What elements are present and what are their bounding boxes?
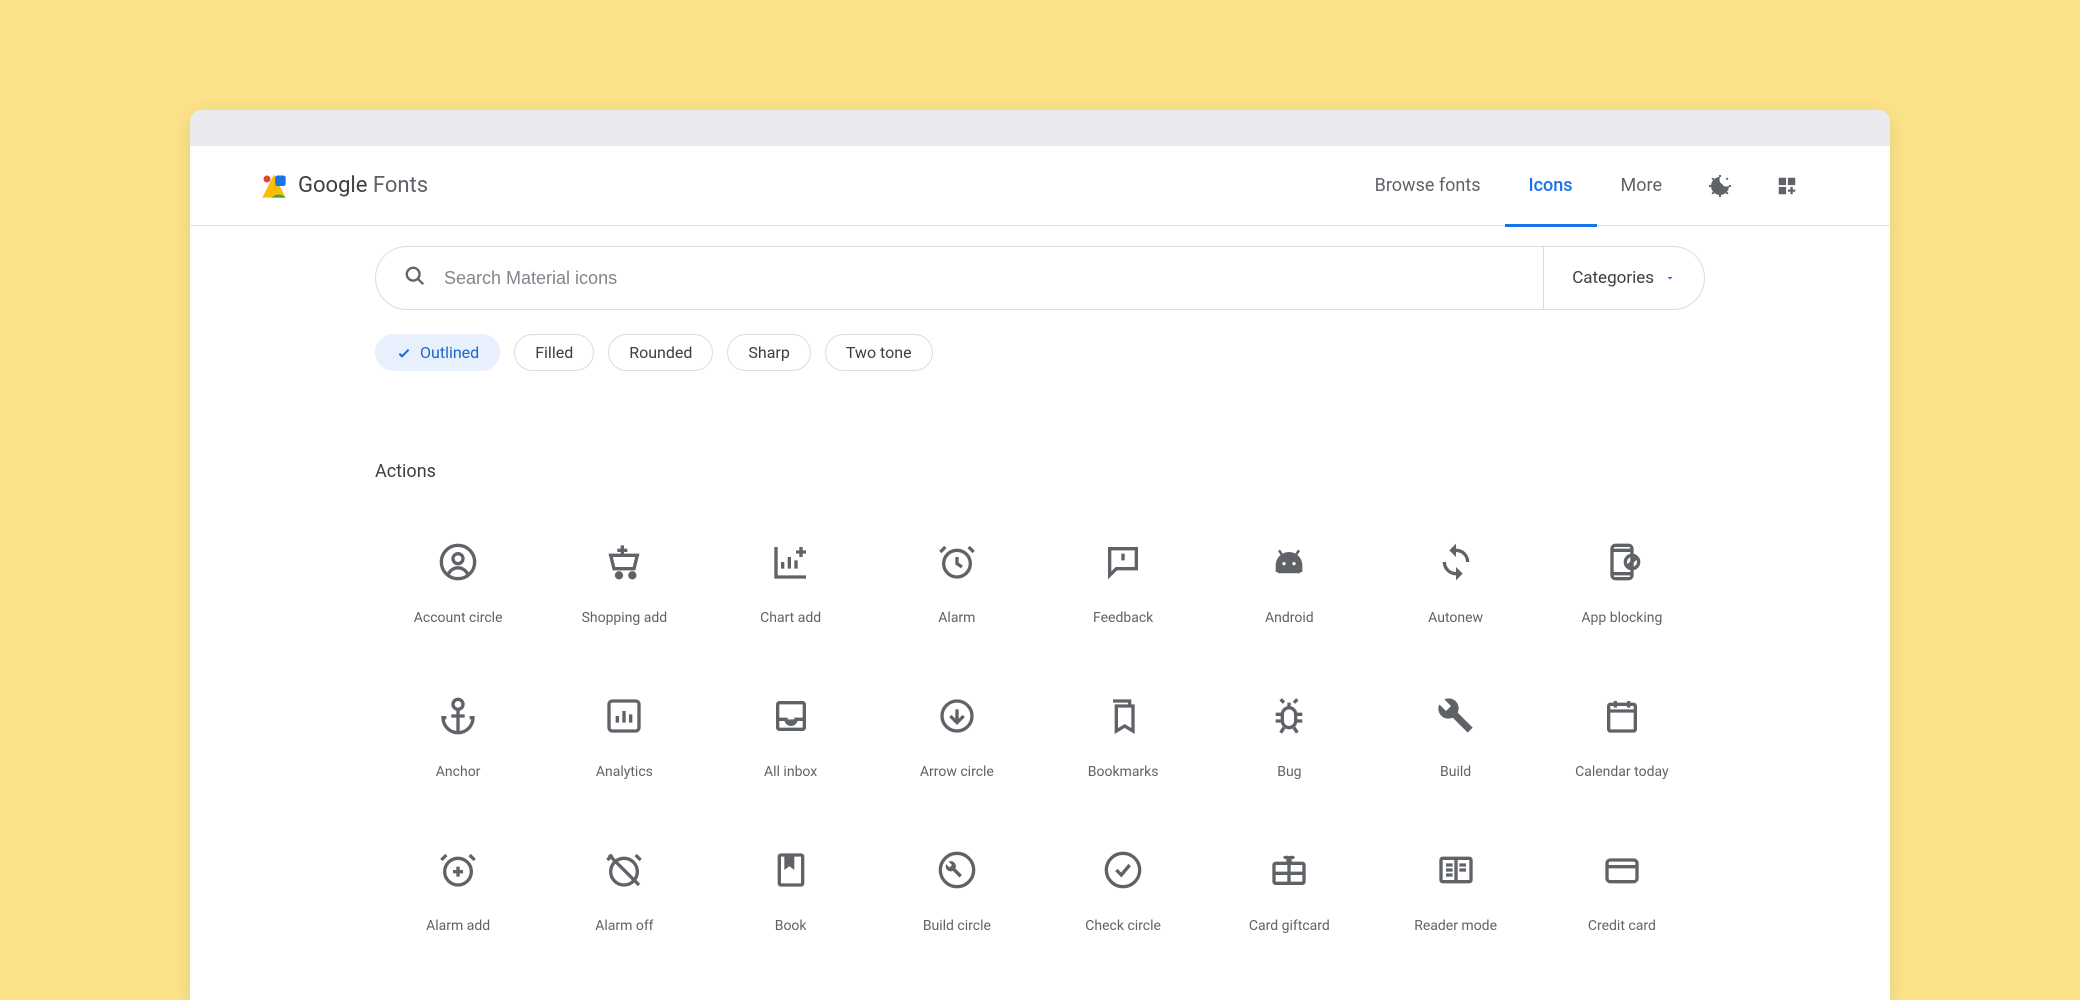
icon-check-circle[interactable]: Check circle bbox=[1040, 820, 1206, 974]
build-icon bbox=[1436, 696, 1476, 736]
nav-icons[interactable]: Icons bbox=[1505, 146, 1597, 226]
chip-twotone[interactable]: Two tone bbox=[825, 334, 933, 371]
categories-label: Categories bbox=[1572, 268, 1654, 288]
analytics-icon bbox=[604, 696, 644, 736]
android-icon bbox=[1269, 542, 1309, 582]
icon-book[interactable]: Book bbox=[708, 820, 874, 974]
app-blocking-icon bbox=[1602, 542, 1642, 582]
account-circle-icon bbox=[438, 542, 478, 582]
nav-browse-fonts[interactable]: Browse fonts bbox=[1351, 146, 1505, 226]
check-circle-icon bbox=[1103, 850, 1143, 890]
calendar-today-icon bbox=[1602, 696, 1642, 736]
window-chrome bbox=[190, 110, 1890, 146]
build-circle-icon bbox=[937, 850, 977, 890]
dashboard-icon[interactable] bbox=[1754, 175, 1820, 197]
icon-analytics[interactable]: Analytics bbox=[541, 666, 707, 820]
icon-chart-add[interactable]: Chart add bbox=[708, 512, 874, 666]
fonts-logo-icon bbox=[260, 172, 288, 200]
app-window: Google Fonts Browse fonts Icons More bbox=[190, 110, 1890, 1000]
chevron-down-icon bbox=[1664, 272, 1676, 284]
icon-android[interactable]: Android bbox=[1206, 512, 1372, 666]
icon-credit-card[interactable]: Credit card bbox=[1539, 820, 1705, 974]
icon-card-giftcard[interactable]: Card giftcard bbox=[1206, 820, 1372, 974]
search-icon bbox=[404, 265, 426, 291]
icon-anchor[interactable]: Anchor bbox=[375, 666, 541, 820]
bug-icon bbox=[1269, 696, 1309, 736]
card-giftcard-icon bbox=[1269, 850, 1309, 890]
search-input[interactable] bbox=[444, 268, 1515, 289]
alarm-add-icon bbox=[438, 850, 478, 890]
anchor-icon bbox=[438, 696, 478, 736]
search-bar: Categories bbox=[375, 246, 1705, 310]
main-nav: Browse fonts Icons More bbox=[1351, 146, 1820, 226]
icon-feedback[interactable]: Feedback bbox=[1040, 512, 1206, 666]
icon-app-blocking[interactable]: App blocking bbox=[1539, 512, 1705, 666]
chip-filled[interactable]: Filled bbox=[514, 334, 594, 371]
header: Google Fonts Browse fonts Icons More bbox=[190, 146, 1890, 226]
style-chips: Outlined Filled Rounded Sharp Two tone bbox=[375, 334, 1705, 371]
chip-sharp[interactable]: Sharp bbox=[727, 334, 810, 371]
shopping-add-icon bbox=[604, 542, 644, 582]
feedback-icon bbox=[1103, 542, 1143, 582]
icon-account-circle[interactable]: Account circle bbox=[375, 512, 541, 666]
icon-autonew[interactable]: Autonew bbox=[1373, 512, 1539, 666]
arrow-circle-icon bbox=[937, 696, 977, 736]
brand-text: Google Fonts bbox=[298, 173, 428, 198]
categories-dropdown[interactable]: Categories bbox=[1543, 247, 1704, 309]
icon-build-circle[interactable]: Build circle bbox=[874, 820, 1040, 974]
icon-calendar-today[interactable]: Calendar today bbox=[1539, 666, 1705, 820]
book-icon bbox=[771, 850, 811, 890]
alarm-icon bbox=[937, 542, 977, 582]
content: Categories Outlined Filled Rounded Sharp… bbox=[190, 226, 1890, 974]
icon-grid: Account circle Shopping add Chart add Al… bbox=[375, 512, 1705, 974]
icon-arrow-circle[interactable]: Arrow circle bbox=[874, 666, 1040, 820]
all-inbox-icon bbox=[771, 696, 811, 736]
chart-add-icon bbox=[771, 542, 811, 582]
icon-alarm[interactable]: Alarm bbox=[874, 512, 1040, 666]
icon-bug[interactable]: Bug bbox=[1206, 666, 1372, 820]
brand-logo[interactable]: Google Fonts bbox=[260, 172, 428, 200]
bookmarks-icon bbox=[1103, 696, 1143, 736]
alarm-off-icon bbox=[604, 850, 644, 890]
icon-all-inbox[interactable]: All inbox bbox=[708, 666, 874, 820]
icon-bookmarks[interactable]: Bookmarks bbox=[1040, 666, 1206, 820]
check-icon bbox=[396, 345, 412, 361]
section-title: Actions bbox=[375, 461, 1705, 482]
icon-build[interactable]: Build bbox=[1373, 666, 1539, 820]
icon-reader-mode[interactable]: Reader mode bbox=[1373, 820, 1539, 974]
reader-mode-icon bbox=[1436, 850, 1476, 890]
nav-more[interactable]: More bbox=[1597, 146, 1686, 226]
icon-shopping-add[interactable]: Shopping add bbox=[541, 512, 707, 666]
chip-rounded[interactable]: Rounded bbox=[608, 334, 713, 371]
icon-alarm-off[interactable]: Alarm off bbox=[541, 820, 707, 974]
credit-card-icon bbox=[1602, 850, 1642, 890]
chip-outlined[interactable]: Outlined bbox=[375, 334, 500, 371]
search-left bbox=[376, 265, 1543, 291]
autonew-icon bbox=[1436, 542, 1476, 582]
icon-alarm-add[interactable]: Alarm add bbox=[375, 820, 541, 974]
theme-toggle-icon[interactable] bbox=[1686, 174, 1754, 198]
